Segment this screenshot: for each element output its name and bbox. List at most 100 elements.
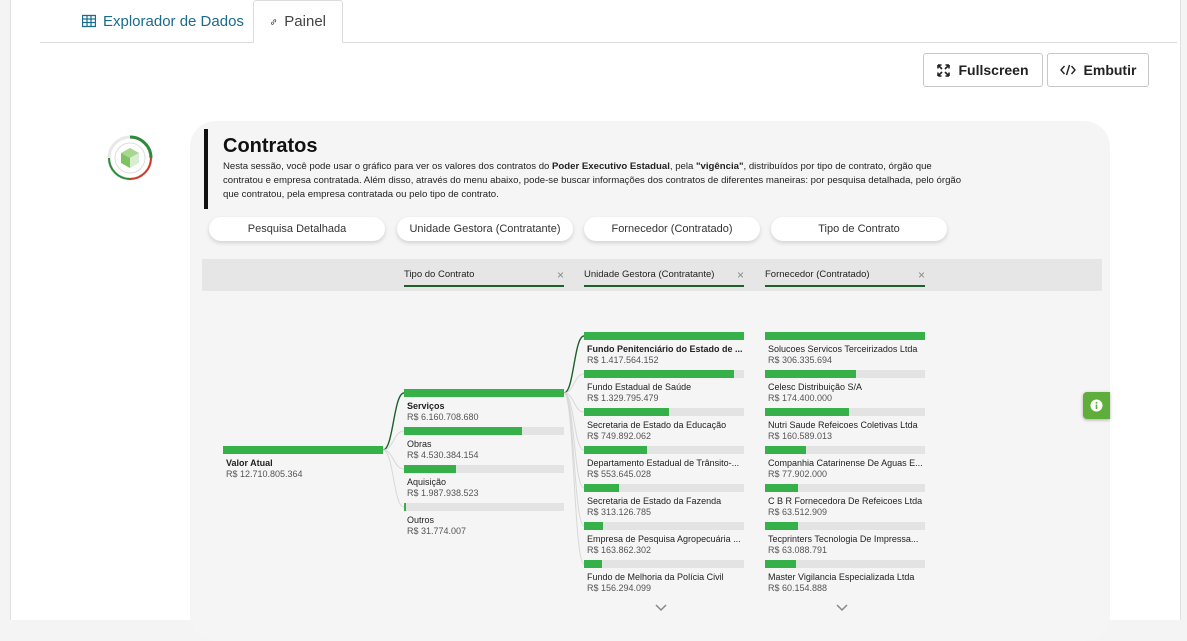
node-label: C B R Fornecedora De Refeicoes Ltda — [768, 496, 923, 506]
bar-track — [584, 332, 744, 340]
node-value: R$ 1.987.938.523 — [407, 488, 479, 498]
node-value: R$ 306.335.694 — [768, 355, 833, 365]
panel-description: Nesta sessão, você pode usar o gráfico p… — [223, 161, 962, 200]
node-label: Nutri Saude Refeicoes Coletivas Ltda — [768, 420, 918, 430]
bar-fill — [765, 522, 798, 530]
bar-track — [584, 484, 744, 492]
bar-fill — [765, 560, 797, 568]
node-value: R$ 156.294.099 — [587, 583, 652, 593]
bar-track — [765, 332, 925, 340]
bar-track — [404, 503, 564, 511]
column-header-unidade: Unidade Gestora (Contratante) × — [584, 269, 744, 287]
bar-track — [584, 446, 744, 454]
close-icon[interactable]: × — [737, 269, 744, 281]
tab-explorador[interactable]: Explorador de Dados — [66, 0, 260, 42]
node-value: R$ 31.774.007 — [407, 526, 467, 536]
tree-node-unidade[interactable]: Fundo Estadual de Saúde R$ 1.329.795.479 — [584, 370, 744, 403]
node-label: Solucoes Servicos Terceirizados Ltda — [768, 344, 918, 354]
tree-node-fornecedor[interactable]: Solucoes Servicos Terceirizados Ltda R$ 3… — [765, 332, 925, 365]
node-label: Valor Atual — [226, 458, 273, 468]
chevron-down-icon[interactable] — [835, 603, 849, 613]
close-icon[interactable]: × — [918, 269, 925, 281]
tree-node-unidade[interactable]: Secretaria de Estado da Fazenda R$ 313.12… — [584, 484, 744, 517]
fullscreen-label: Fullscreen — [958, 62, 1029, 78]
node-label: Obras — [407, 439, 432, 449]
tab-bar: Explorador de Dados Painel — [40, 0, 1177, 43]
node-value: R$ 4.530.384.154 — [407, 450, 479, 460]
node-label: Fundo Penitenciário do Estado de ... — [587, 344, 743, 354]
menu-pesquisa-detalhada[interactable]: Pesquisa Detalhada — [209, 217, 385, 241]
tree-node-fornecedor[interactable]: Tecprinters Tecnologia De Impressa... R$ … — [765, 522, 925, 555]
bar-track — [404, 465, 564, 473]
node-label: Serviços — [407, 401, 445, 411]
tree-node-fornecedor[interactable]: Nutri Saude Refeicoes Coletivas Ltda R$ 1… — [765, 408, 925, 441]
info-button[interactable] — [1083, 392, 1110, 419]
bar-fill — [765, 484, 799, 492]
column-header-fornecedor: Fornecedor (Contratado) × — [765, 269, 925, 287]
node-value: R$ 77.902.000 — [768, 469, 828, 479]
embed-button[interactable]: Embutir — [1047, 53, 1149, 87]
tree-node-fornecedor[interactable]: C B R Fornecedora De Refeicoes Ltda R$ 63… — [765, 484, 925, 517]
tree-node-tipo[interactable]: Serviços R$ 6.160.708.680 — [404, 389, 564, 422]
tree-node-fornecedor[interactable]: Celesc Distribuição S/A R$ 174.400.000 — [765, 370, 925, 403]
tree-node-fornecedor[interactable]: Companhia Catarinense De Aguas E... R$ 77… — [765, 446, 925, 479]
tree-node-unidade[interactable]: Departamento Estadual de Trânsito-... R$ … — [584, 446, 744, 479]
node-value: R$ 160.589.013 — [768, 431, 833, 441]
bar-fill — [765, 446, 806, 454]
node-value: R$ 1.417.564.152 — [587, 355, 659, 365]
tree-node-tipo[interactable]: Aquisição R$ 1.987.938.523 — [404, 465, 564, 498]
code-icon — [1059, 64, 1076, 76]
node-label: Secretaria de Estado da Fazenda — [587, 496, 722, 506]
bar-track — [765, 560, 925, 568]
bar-track — [584, 522, 744, 530]
node-value: R$ 12.710.805.364 — [226, 469, 303, 479]
bar-track — [765, 522, 925, 530]
tree-node-fornecedor[interactable]: Master Vigilancia Especializada Ltda R$ 6… — [765, 560, 925, 593]
tree-node-unidade[interactable]: Fundo de Melhoria da Polícia Civil R$ 156… — [584, 560, 744, 593]
bar-fill — [404, 427, 522, 435]
tab-painel[interactable]: Painel — [253, 0, 343, 43]
node-label: Celesc Distribuição S/A — [768, 382, 863, 392]
close-icon[interactable]: × — [557, 269, 564, 281]
bar-fill — [404, 465, 456, 473]
bar-fill — [584, 332, 744, 340]
tree-node-tipo[interactable]: Outros R$ 31.774.007 — [404, 503, 564, 536]
node-label: Aquisição — [407, 477, 447, 487]
title-accent-bar — [204, 129, 208, 209]
tree-node-root[interactable]: Valor Atual R$ 12.710.805.364 — [223, 446, 383, 479]
node-label: Empresa de Pesquisa Agropecuária ... — [587, 534, 741, 544]
node-label: Secretaria de Estado da Educação — [587, 420, 727, 430]
bar-track — [765, 370, 925, 378]
tree-node-unidade[interactable]: Empresa de Pesquisa Agropecuária ... R$ 1… — [584, 522, 744, 555]
bar-fill — [765, 370, 857, 378]
fullscreen-button[interactable]: Fullscreen — [923, 53, 1043, 87]
bar-fill — [584, 484, 620, 492]
bar-track — [404, 389, 564, 397]
node-label: Departamento Estadual de Trânsito-... — [587, 458, 740, 468]
tab-explorador-label: Explorador de Dados — [103, 12, 244, 30]
bar-track — [765, 484, 925, 492]
node-value: R$ 313.126.785 — [587, 507, 652, 517]
tree-node-unidade[interactable]: Secretaria de Estado da Educação R$ 749.8… — [584, 408, 744, 441]
bar-fill — [765, 408, 849, 416]
bar-fill — [584, 446, 647, 454]
menu-unidade-gestora[interactable]: Unidade Gestora (Contratante) — [397, 217, 573, 241]
menu-tipo-contrato[interactable]: Tipo de Contrato — [771, 217, 947, 241]
table-icon — [82, 14, 96, 28]
node-label: Fundo Estadual de Saúde — [587, 382, 692, 392]
column-header-tipo: Tipo do Contrato × — [404, 269, 564, 287]
node-label: Companhia Catarinense De Aguas E... — [768, 458, 923, 468]
tree-node-unidade[interactable]: Fundo Penitenciário do Estado de ... R$ 1… — [584, 332, 744, 365]
menu-fornecedor[interactable]: Fornecedor (Contratado) — [584, 217, 760, 241]
bar-fill — [584, 522, 603, 530]
node-label: Tecprinters Tecnologia De Impressa... — [768, 534, 919, 544]
chevron-down-icon[interactable] — [654, 603, 668, 613]
node-label: Outros — [407, 515, 435, 525]
embed-label: Embutir — [1083, 62, 1137, 78]
tab-painel-label: Painel — [284, 13, 326, 30]
node-value: R$ 749.892.062 — [587, 431, 652, 441]
bar-track — [765, 408, 925, 416]
info-icon — [1090, 399, 1103, 412]
node-label: Master Vigilancia Especializada Ltda — [768, 572, 915, 582]
tree-node-tipo[interactable]: Obras R$ 4.530.384.154 — [404, 427, 564, 460]
